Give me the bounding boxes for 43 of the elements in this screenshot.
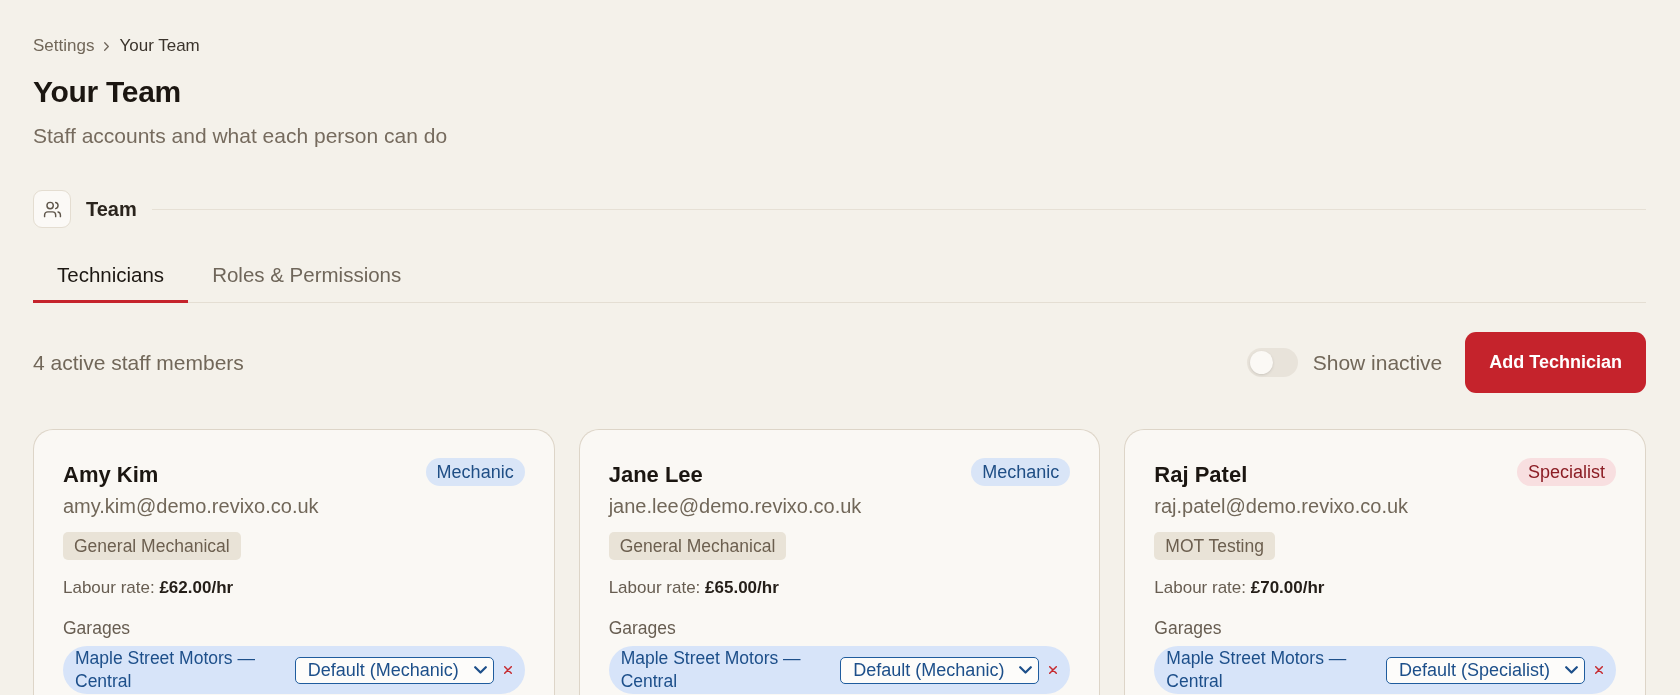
garages-label: Garages xyxy=(1154,617,1223,640)
close-icon[interactable] xyxy=(503,666,512,674)
technician-email: amy.kim@demo.revixo.co.uk xyxy=(63,494,320,519)
role-badge: Mechanic xyxy=(971,458,1071,486)
labour-rate: Labour rate: £70.00/hr xyxy=(1154,577,1326,599)
role-badge: Mechanic xyxy=(425,458,525,486)
garage-role-select[interactable]: Default (Mechanic) xyxy=(840,656,1040,684)
breadcrumb-current-page: Your Team xyxy=(119,35,200,57)
specialty-tag: General Mechanical xyxy=(63,532,241,560)
page-subtitle: Staff accounts and what each person can do xyxy=(33,123,449,149)
garage-name: Maple Street Motors — Central xyxy=(620,647,802,693)
close-icon[interactable] xyxy=(1595,666,1603,674)
section-title: Team xyxy=(86,197,137,222)
technician-name: Jane Lee xyxy=(608,461,703,489)
role-badge: Specialist xyxy=(1516,458,1616,486)
close-icon[interactable] xyxy=(1049,666,1058,674)
tab[interactable]: Roles & Permissions xyxy=(188,249,426,303)
chevron-down-icon xyxy=(1565,666,1578,674)
garages-label: Garages xyxy=(63,617,132,640)
specialty-tag: MOT Testing xyxy=(1154,532,1275,560)
toggle-label[interactable]: Show inactive xyxy=(1312,348,1443,377)
garage-role-select[interactable]: Default (Mechanic) xyxy=(294,656,494,684)
chevron-down-icon xyxy=(1019,666,1033,674)
tab[interactable]: Technicians xyxy=(33,249,189,303)
labour-rate: Labour rate: £62.00/hr xyxy=(63,577,235,599)
technician-name: Raj Patel xyxy=(1154,461,1248,489)
specialty-tag: General Mechanical xyxy=(608,532,787,560)
add-technician-button[interactable]: Add Technician xyxy=(1465,332,1646,393)
garage-role-select[interactable]: Default (Specialist) xyxy=(1386,656,1585,684)
toggle-switch[interactable] xyxy=(1246,348,1298,377)
breadcrumb-link[interactable]: Settings xyxy=(33,34,95,58)
chevron-down-icon xyxy=(473,666,487,674)
page-title: Your Team xyxy=(33,74,182,110)
chevron-right-icon xyxy=(104,41,110,51)
labour-rate: Labour rate: £65.00/hr xyxy=(608,577,780,599)
technician-email: raj.patel@demo.revixo.co.uk xyxy=(1154,494,1410,519)
staff-count: 4 active staff members xyxy=(33,349,244,376)
garage-name: Maple Street Motors — Central xyxy=(1166,647,1348,693)
garages-label: Garages xyxy=(608,617,677,640)
garage-name: Maple Street Motors — Central xyxy=(75,647,256,693)
technician-name: Amy Kim xyxy=(63,461,159,489)
people-icon xyxy=(33,190,71,228)
technician-email: jane.lee@demo.revixo.co.uk xyxy=(608,494,863,519)
